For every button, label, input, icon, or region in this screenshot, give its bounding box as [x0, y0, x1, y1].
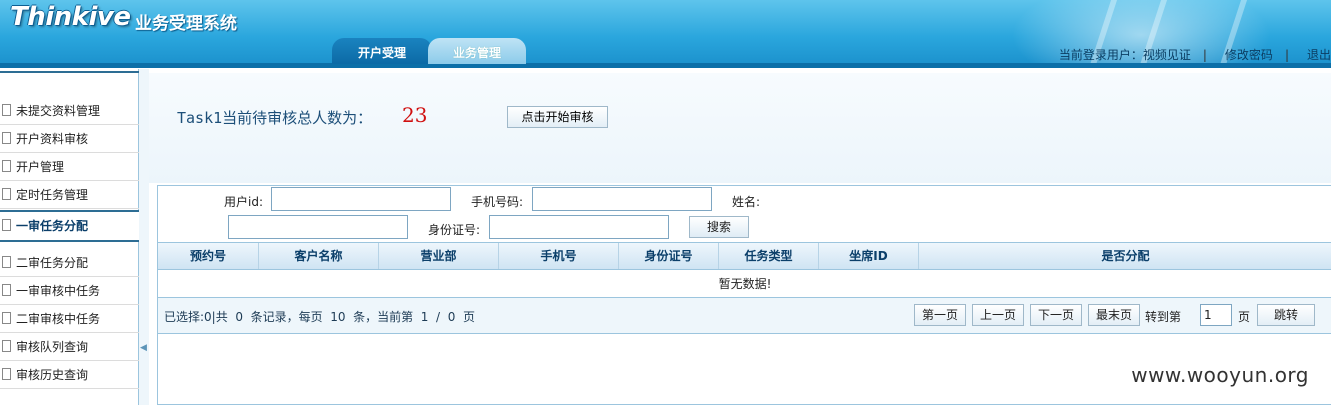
- column-header[interactable]: 是否分配: [919, 243, 1331, 269]
- collapse-arrow-icon: ◀: [140, 343, 147, 353]
- sidebar-collapse-handle[interactable]: ◀: [139, 69, 149, 405]
- sidebar-item-label: 审核队列查询: [16, 340, 89, 354]
- document-icon: [2, 256, 11, 268]
- task-count-value: 23: [402, 103, 428, 127]
- phone-input[interactable]: [532, 187, 712, 211]
- sidebar-item-unsubmitted[interactable]: 未提交资料管理: [0, 97, 139, 125]
- first-page-button[interactable]: 第一页: [914, 304, 966, 326]
- next-page-button[interactable]: 下一页: [1030, 304, 1082, 326]
- phone-label: 手机号码:: [471, 195, 524, 209]
- id-card-label: 身份证号:: [428, 223, 481, 237]
- sidebar-item-account-management[interactable]: 开户管理: [0, 153, 139, 181]
- brand-logo: Thinkive: [10, 2, 131, 32]
- sidebar-item-second-review-in-progress[interactable]: 二审审核中任务: [0, 305, 139, 333]
- document-icon: [2, 312, 11, 324]
- sidebar-item-label: 一审任务分配: [16, 219, 89, 233]
- name-input[interactable]: [228, 215, 408, 239]
- document-icon: [2, 160, 11, 172]
- sidebar-item-review-history[interactable]: 审核历史查询: [0, 361, 139, 389]
- sidebar-item-first-review-assign[interactable]: 一审任务分配: [0, 210, 139, 242]
- sidebar-item-label: 审核历史查询: [16, 368, 89, 382]
- change-password-link[interactable]: 修改密码: [1225, 48, 1273, 62]
- page-unit-label: 页: [1238, 310, 1251, 324]
- current-user-label: 当前登录用户：视频见证: [1058, 48, 1191, 62]
- user-id-label: 用户id:: [224, 195, 263, 209]
- document-icon: [2, 188, 11, 200]
- link-separator: |: [1202, 48, 1207, 62]
- sidebar-item-scheduled-tasks[interactable]: 定时任务管理: [0, 181, 139, 209]
- column-header[interactable]: 预约号: [158, 243, 259, 269]
- sidebar-item-review-queue[interactable]: 审核队列查询: [0, 333, 139, 361]
- pagination-info: 已选择:0|共 0 条记录，每页 10 条，当前第 1 / 0 页: [164, 310, 475, 324]
- sidebar-item-label: 二审任务分配: [16, 256, 89, 270]
- main-content: Task1当前待审核总人数为： 23 点击开始审核 用户id: 手机号码: 姓名…: [149, 69, 1331, 405]
- pagination-bar: 已选择:0|共 0 条记录，每页 10 条，当前第 1 / 0 页 第一页 上一…: [158, 298, 1331, 334]
- column-header[interactable]: 身份证号: [619, 243, 719, 269]
- id-card-input[interactable]: [489, 215, 669, 239]
- task-summary-panel: Task1当前待审核总人数为： 23 点击开始审核: [149, 73, 1331, 183]
- sidebar-item-second-review-assign[interactable]: 二审任务分配: [0, 249, 139, 277]
- start-review-button[interactable]: 点击开始审核: [507, 106, 608, 128]
- user-id-input[interactable]: [271, 187, 451, 211]
- sidebar-item-first-review-in-progress[interactable]: 一审审核中任务: [0, 277, 139, 305]
- column-header[interactable]: 手机号: [499, 243, 619, 269]
- user-links: 当前登录用户：视频见证 | 修改密码 | 退出: [1053, 46, 1331, 63]
- task-count-label: Task1当前待审核总人数为：: [177, 109, 373, 127]
- last-page-button[interactable]: 最末页: [1088, 304, 1140, 326]
- tab-business-management[interactable]: 业务管理: [428, 38, 526, 64]
- sidebar-item-label: 一审审核中任务: [16, 284, 101, 298]
- watermark: www.wooyun.org: [1131, 363, 1309, 387]
- name-label: 姓名:: [732, 195, 761, 209]
- goto-label: 转到第: [1145, 310, 1182, 324]
- sidebar-item-label: 开户管理: [16, 160, 65, 174]
- sidebar-top-line: [0, 69, 139, 73]
- search-button[interactable]: 搜索: [689, 216, 749, 238]
- prev-page-button[interactable]: 上一页: [972, 304, 1024, 326]
- column-header[interactable]: 客户名称: [259, 243, 379, 269]
- table-header: 预约号 客户名称 营业部 手机号 身份证号 任务类型 坐席ID 是否分配: [158, 242, 1331, 270]
- column-header[interactable]: 营业部: [379, 243, 499, 269]
- page-number-input[interactable]: 1: [1200, 304, 1232, 326]
- link-separator: |: [1284, 48, 1289, 62]
- system-title: 业务受理系统: [135, 14, 237, 34]
- empty-table-message: 暂无数据!: [158, 270, 1331, 298]
- document-icon: [2, 104, 11, 116]
- header-bottom-bar: [0, 63, 1331, 68]
- sidebar-item-account-review[interactable]: 开户资料审核: [0, 125, 139, 153]
- sidebar-item-label: 开户资料审核: [16, 132, 89, 146]
- sidebar-item-label: 二审审核中任务: [16, 312, 101, 326]
- goto-button[interactable]: 跳转: [1257, 304, 1315, 326]
- tab-account-opening[interactable]: 开户受理: [332, 38, 432, 64]
- sidebar-item-label: 定时任务管理: [16, 188, 89, 202]
- sidebar: 未提交资料管理 开户资料审核 开户管理 定时任务管理 一审任务分配 二审任务分配…: [0, 69, 139, 405]
- document-icon: [2, 368, 11, 380]
- column-header[interactable]: 坐席ID: [819, 243, 919, 269]
- app-header: Thinkive 业务受理系统 开户受理 业务管理 当前登录用户：视频见证 | 修改…: [0, 0, 1331, 68]
- document-icon: [2, 284, 11, 296]
- column-header[interactable]: 任务类型: [719, 243, 819, 269]
- document-icon: [2, 132, 11, 144]
- document-icon: [2, 340, 11, 352]
- logout-link[interactable]: 退出: [1307, 48, 1331, 62]
- sidebar-item-label: 未提交资料管理: [16, 104, 101, 118]
- document-icon: [2, 219, 11, 231]
